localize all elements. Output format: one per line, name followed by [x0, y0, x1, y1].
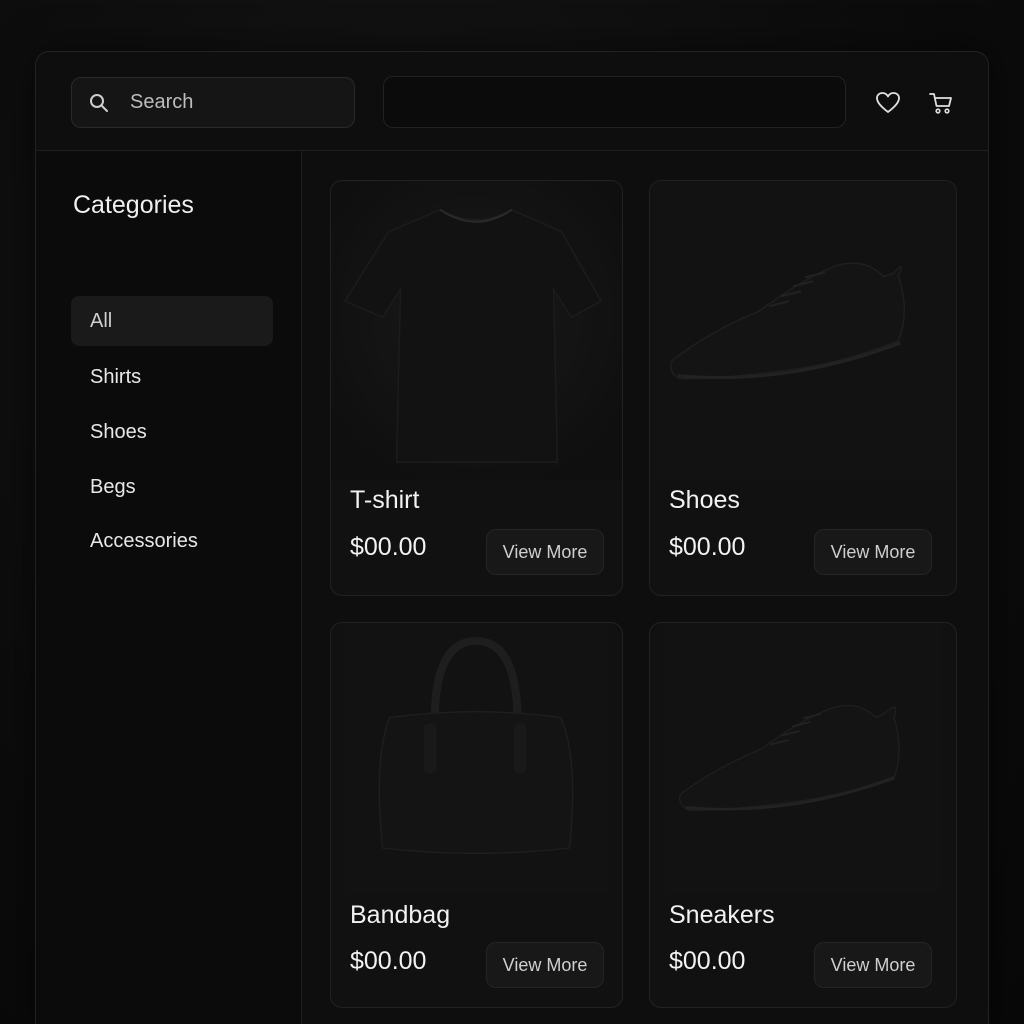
header-bar[interactable]: [383, 76, 846, 128]
product-name: Bandbag: [350, 901, 451, 929]
search-icon: [90, 94, 108, 112]
sidebar: Categories All Shirts Shoes Begs Accesso…: [36, 151, 302, 1024]
product-price: $00.00: [669, 947, 746, 975]
product-card[interactable]: Bandbag $00.00 View More: [330, 622, 623, 1008]
tshirt-image: [331, 182, 622, 480]
heart-icon[interactable]: [875, 90, 901, 116]
cart-icon[interactable]: [928, 90, 954, 116]
product-card[interactable]: Shoes $00.00 View More: [649, 180, 957, 596]
product-card[interactable]: Sneakers $00.00 View More: [649, 622, 957, 1008]
product-name: Sneakers: [669, 901, 775, 929]
product-name: Shoes: [669, 486, 740, 514]
category-all[interactable]: All: [71, 296, 273, 346]
handbag-image: [344, 623, 609, 893]
search-input[interactable]: [130, 78, 350, 127]
category-accessories[interactable]: Accessories: [71, 516, 273, 566]
product-price: $00.00: [669, 533, 746, 561]
product-price: $00.00: [350, 947, 427, 975]
category-begs[interactable]: Begs: [71, 462, 273, 512]
view-more-button[interactable]: View More: [486, 529, 604, 575]
top-bar: [36, 52, 988, 151]
app-window: Categories All Shirts Shoes Begs Accesso…: [35, 51, 989, 1024]
product-price: $00.00: [350, 533, 427, 561]
view-more-button[interactable]: View More: [486, 942, 604, 988]
category-shoes[interactable]: Shoes: [71, 407, 273, 457]
view-more-button[interactable]: View More: [814, 942, 932, 988]
view-more-button[interactable]: View More: [814, 529, 932, 575]
category-shirts[interactable]: Shirts: [71, 352, 273, 402]
search-box[interactable]: [71, 77, 355, 128]
product-card[interactable]: T-shirt $00.00 View More: [330, 180, 623, 596]
categories-title: Categories: [73, 191, 194, 219]
product-name: T-shirt: [350, 486, 420, 514]
shoe-image: [650, 181, 956, 481]
sneaker-image: [664, 623, 942, 893]
